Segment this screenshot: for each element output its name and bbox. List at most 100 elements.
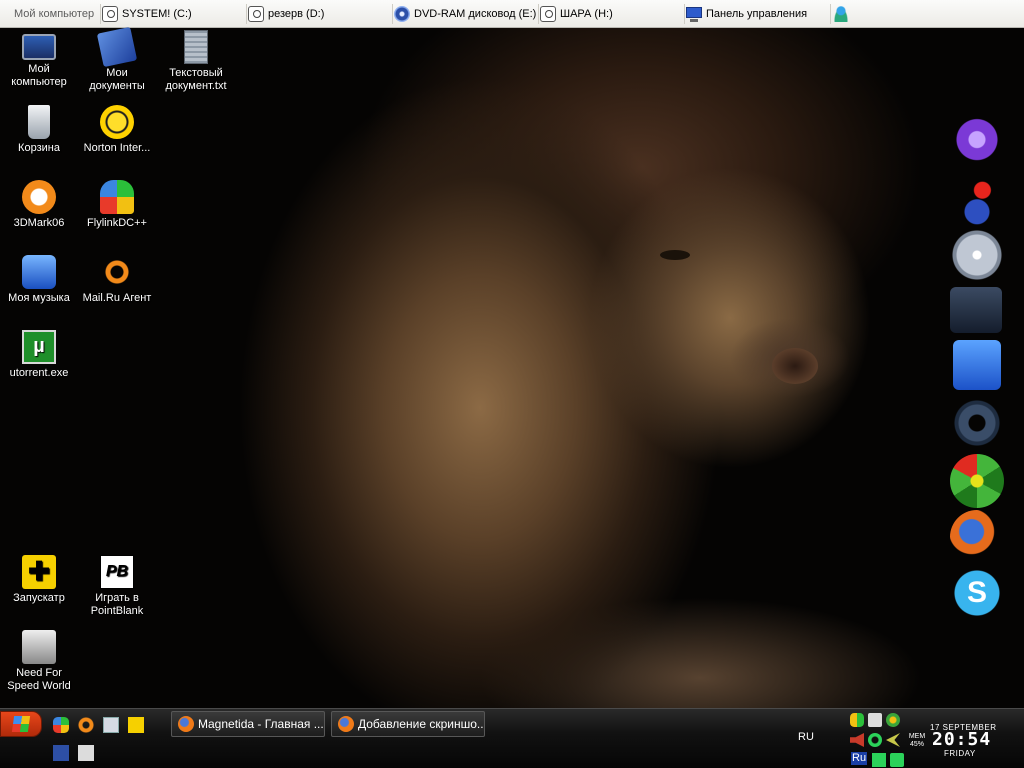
wallpaper-lion-eye [660, 250, 690, 260]
memory-meter: MEM 45% [908, 733, 926, 749]
desktop-icon-label: 3DMark06 [13, 217, 65, 229]
desktop-icon-label: Мои документы [89, 67, 145, 92]
tray-app-icon[interactable] [868, 713, 882, 727]
drivebar-my-computer[interactable]: Мой компьютер [0, 0, 100, 28]
hard-drive-icon [248, 6, 264, 22]
desktop-icon-pointblank[interactable]: PB Играть в PointBlank [78, 555, 156, 618]
desktop-icon-text-document[interactable]: Текстовый документ.txt [157, 30, 235, 93]
taskbar: Magnetida - Главная ... Добавление скрин… [0, 708, 1024, 768]
tray-network-icon[interactable] [868, 733, 882, 747]
dock-gem-icon[interactable] [950, 118, 1004, 172]
desktop-icon-label: Моя музыка [8, 292, 70, 304]
desktop-icon-label: Играть в PointBlank [90, 592, 144, 617]
memory-value: 45% [909, 741, 924, 748]
control-panel-icon [686, 7, 702, 22]
desktop-icon-label: Mail.Ru Агент [82, 292, 152, 304]
drive-h-label: ШАРА (H:) [560, 8, 613, 20]
volume-icon[interactable] [850, 733, 864, 747]
desktop-icon-label: Мой компьютер [11, 63, 67, 88]
divider [830, 4, 831, 24]
tray-keyboard-layout[interactable]: Ru [851, 752, 868, 765]
desktop-icon-3dmark06[interactable]: 3DMark06 [0, 180, 78, 230]
hard-drive-icon [102, 6, 118, 22]
mailru-at-icon [100, 255, 134, 289]
divider [100, 4, 101, 24]
divider [538, 4, 539, 24]
desktop-icon-recycle-bin[interactable]: Корзина [0, 105, 78, 155]
utorrent-icon: µ [22, 330, 56, 364]
start-button[interactable] [0, 711, 42, 737]
desktop-wallpaper: Мой компьютер Мои документы Текстовый до… [0, 26, 1024, 708]
clock-day: FRIDAY [944, 749, 976, 758]
dvd-drive-icon [394, 6, 410, 22]
dock-icq-flower-icon[interactable] [950, 454, 1004, 508]
tray-arrow-icon[interactable] [886, 733, 900, 747]
documents-folder-icon [96, 26, 138, 68]
pointblank-logo-icon: PB [100, 555, 134, 589]
taskbar-window-magnetida[interactable]: Magnetida - Главная ... [171, 711, 325, 737]
desktop-icon-label: utorrent.exe [9, 367, 69, 379]
tray-flylink-icon[interactable] [850, 713, 864, 727]
dock-headset-icon[interactable] [953, 340, 1001, 390]
drivebar-user-accounts[interactable] [833, 0, 853, 28]
windows-flag-icon [11, 716, 31, 732]
divider [684, 4, 685, 24]
quicklaunch-app-icon[interactable] [53, 745, 69, 761]
desktop-icon-zapuskatr[interactable]: ✚ Запускатр [0, 555, 78, 605]
firefox-icon [338, 716, 354, 732]
drivebar-control-panel[interactable]: Панель управления [686, 0, 807, 28]
desktop-icon-need-for-speed-world[interactable]: Need For Speed World [0, 630, 78, 693]
dock-skype-icon[interactable]: S [950, 566, 1004, 620]
quicklaunch-document-icon[interactable] [78, 745, 94, 761]
drive-bar: Мой компьютер SYSTEM! (C:) резерв (D:) D… [0, 0, 1024, 28]
launcher-icon: ✚ [22, 555, 56, 589]
desktop-icon-flylinkdc[interactable]: FlylinkDC++ [78, 180, 156, 230]
desktop-icon-norton[interactable]: Norton Inter... [78, 105, 156, 155]
quicklaunch-fx-icon[interactable] [103, 717, 119, 733]
nfs-shortcut-icon [22, 630, 56, 664]
drivebar-drive-e[interactable]: DVD-RAM дисковод (E:) [394, 0, 536, 28]
taskbar-window-screenshot-upload[interactable]: Добавление скриншо... [331, 711, 485, 737]
desktop-icon-label: FlylinkDC++ [87, 217, 147, 229]
desktop-icon-mailru-agent[interactable]: Mail.Ru Агент [78, 255, 156, 305]
desktop-icon-my-computer[interactable]: Мой компьютер [0, 30, 78, 89]
desktop-icon-my-music[interactable]: Моя музыка [0, 255, 78, 305]
taskbar-window-title: Добавление скриншо... [358, 717, 485, 731]
butterfly-icon [100, 180, 134, 214]
drivebar-drive-c[interactable]: SYSTEM! (C:) [102, 0, 192, 28]
dock-firefox-icon[interactable] [950, 510, 1004, 564]
dock-mario-icon[interactable] [950, 174, 1004, 228]
user-accounts-icon [833, 6, 849, 22]
dock-briefcase-icon[interactable] [950, 287, 1002, 333]
tray-connection-icon[interactable] [872, 753, 886, 767]
monitor-icon [22, 34, 56, 60]
drivebar-my-computer-label: Мой компьютер [14, 8, 95, 20]
drivebar-drive-h[interactable]: ШАРА (H:) [540, 0, 613, 28]
system-tray: Ru [846, 711, 908, 767]
desktop-icon-label: Norton Inter... [83, 142, 151, 154]
dock-settings-gear-icon[interactable] [950, 396, 1004, 450]
drive-c-label: SYSTEM! (C:) [122, 8, 192, 20]
quicklaunch-flylink-icon[interactable] [53, 717, 69, 733]
clock-time[interactable]: 20:54 [932, 729, 991, 750]
firefox-icon [178, 716, 194, 732]
quicklaunch-mailru-icon[interactable] [78, 717, 94, 733]
divider [392, 4, 393, 24]
wallpaper-lion-nose [772, 348, 818, 384]
language-indicator[interactable]: RU [798, 731, 814, 743]
network-drive-icon [540, 6, 556, 22]
drivebar-drive-d[interactable]: резерв (D:) [248, 0, 324, 28]
desktop-icon-label: Текстовый документ.txt [165, 67, 227, 92]
text-file-icon [184, 30, 208, 64]
music-folder-icon [22, 255, 56, 289]
desktop-icon-my-documents[interactable]: Мои документы [78, 26, 156, 93]
desktop-icon-label: Запускатр [13, 592, 65, 604]
quicklaunch-launcher-icon[interactable] [128, 717, 144, 733]
norton-globe-icon [100, 105, 134, 139]
drive-d-label: резерв (D:) [268, 8, 325, 20]
tray-status-icon[interactable] [886, 713, 900, 727]
drive-e-label: DVD-RAM дисковод (E:) [414, 8, 537, 20]
desktop-icon-utorrent[interactable]: µ utorrent.exe [0, 330, 78, 380]
dock-cd-burner-icon[interactable] [950, 228, 1004, 282]
tray-monitor-icon[interactable] [890, 753, 904, 767]
